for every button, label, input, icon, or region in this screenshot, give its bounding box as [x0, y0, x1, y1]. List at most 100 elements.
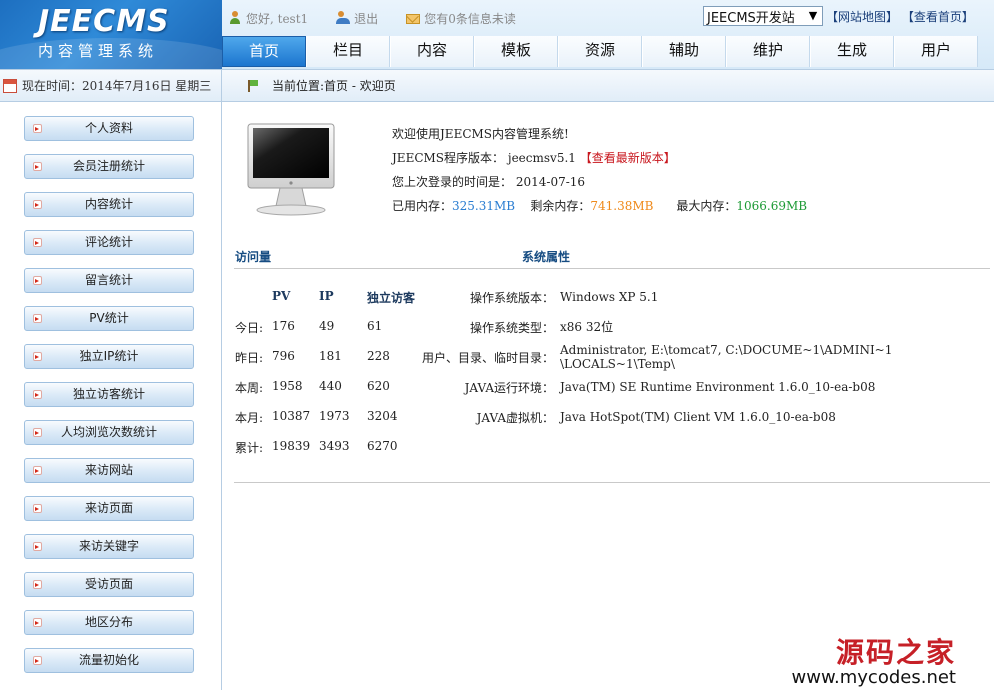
pv-value: 796	[272, 349, 295, 363]
sidebar-item-member-stats[interactable]: 会员注册统计	[24, 154, 194, 179]
site-select-value: JEECMS开发站	[707, 10, 795, 26]
sidebar-item-label: 受访页面	[84, 577, 133, 591]
uv-value: 61	[367, 319, 383, 333]
location-value: 首页 - 欢迎页	[324, 79, 396, 93]
logo: JEECMS 内容管理系统	[0, 0, 222, 69]
logout-link[interactable]: 退出	[336, 10, 378, 27]
arrow-bullet-icon	[33, 314, 42, 323]
arrow-bullet-icon	[33, 124, 42, 133]
os-version-label: 操作系统版本：	[469, 291, 554, 305]
sidebar-item-label: 来访关键字	[78, 539, 139, 553]
site-select[interactable]: JEECMS开发站 ▼	[703, 6, 823, 26]
tab-template[interactable]: 模板	[474, 36, 558, 67]
sidebar-item-referrer-pages[interactable]: 来访页面	[24, 496, 194, 521]
sidebar-item-content-stats[interactable]: 内容统计	[24, 192, 194, 217]
tab-home[interactable]: 首页	[222, 36, 306, 67]
sidebar-item-ip-stats[interactable]: 独立IP统计	[24, 344, 194, 369]
sidebar-item-label: 地区分布	[84, 615, 133, 629]
ip-value: 440	[319, 379, 342, 393]
sitemap-link[interactable]: 【网站地图】	[826, 10, 898, 24]
tab-content[interactable]: 内容	[390, 36, 474, 67]
row-label: 今日:	[235, 321, 264, 335]
dirs-value-cont: \LOCALS~1\Temp\	[560, 357, 675, 371]
sidebar-item-guestbook-stats[interactable]: 留言统计	[24, 268, 194, 293]
sidebar-item-referrer-sites[interactable]: 来访网站	[24, 458, 194, 483]
messages-text[interactable]: 您有0条信息未读	[424, 10, 516, 27]
arrow-bullet-icon	[33, 200, 42, 209]
max-mem-label: 最大内存：	[676, 199, 737, 213]
chevron-down-icon[interactable]: ▼	[806, 9, 820, 23]
sidebar-item-keywords[interactable]: 来访关键字	[24, 534, 194, 559]
sidebar: 个人资料 会员注册统计 内容统计 评论统计 留言统计 PV统计 独立IP统计 独…	[0, 102, 222, 690]
uv-value: 3204	[367, 409, 398, 423]
uv-value: 620	[367, 379, 390, 393]
main-content: 欢迎使用JEECMS内容管理系统! JEECMS程序版本： jeecmsv5.1…	[222, 102, 994, 690]
dirs-label: 用户、目录、临时目录：	[421, 351, 554, 365]
sidebar-item-label: 内容统计	[84, 197, 133, 211]
sidebar-item-label: 个人资料	[84, 121, 133, 135]
sidebar-item-profile[interactable]: 个人资料	[24, 116, 194, 141]
logout-icon	[336, 11, 351, 25]
pv-value: 176	[272, 319, 295, 333]
greeting-text: 您好, test1	[246, 11, 309, 26]
watermark-url: www.mycodes.net	[791, 667, 956, 688]
sidebar-item-regions[interactable]: 地区分布	[24, 610, 194, 635]
sidebar-item-pv-stats[interactable]: PV统计	[24, 306, 194, 331]
welcome-text: 欢迎使用JEECMS内容管理系统!	[392, 127, 569, 141]
view-home-link[interactable]: 【查看首页】	[902, 10, 974, 24]
messages-link[interactable]: 您有0条信息未读	[406, 10, 516, 27]
tab-channel[interactable]: 栏目	[306, 36, 390, 67]
logout-text[interactable]: 退出	[354, 10, 378, 27]
time-value: 2014年7月16日 星期三	[82, 79, 212, 93]
logo-subtitle: 内容管理系统	[38, 42, 159, 60]
ip-value: 181	[319, 349, 342, 363]
tab-generate[interactable]: 生成	[810, 36, 894, 67]
arrow-bullet-icon	[33, 390, 42, 399]
tab-assist[interactable]: 辅助	[642, 36, 726, 67]
col-uv-header: 独立访客	[367, 291, 416, 305]
version-label: JEECMS程序版本：	[392, 151, 505, 165]
java-vm-label: JAVA虚拟机：	[476, 411, 554, 425]
java-runtime-label: JAVA运行环境：	[464, 381, 554, 395]
calendar-icon	[3, 78, 17, 93]
sidebar-item-visitor-stats[interactable]: 独立访客统计	[24, 382, 194, 407]
greeting: 您好, test1	[228, 10, 308, 27]
memory-row: 已用内存：325.31MB 剩余内存：741.38MB 最大内存：1066.69…	[392, 194, 807, 218]
dirs-value: Administrator, E:\tomcat7, C:\DOCUME~1\A…	[560, 343, 893, 357]
os-type-value: x86 32位	[560, 320, 614, 334]
arrow-bullet-icon	[33, 618, 42, 627]
sidebar-item-traffic-init[interactable]: 流量初始化	[24, 648, 194, 673]
system-info: 欢迎使用JEECMS内容管理系统! JEECMS程序版本： jeecmsv5.1…	[392, 122, 807, 218]
sidebar-item-label: 评论统计	[84, 235, 133, 249]
sidebar-item-comment-stats[interactable]: 评论统计	[24, 230, 194, 255]
watermark: 源码之家 www.mycodes.net	[792, 638, 956, 688]
row-label: 本月:	[235, 411, 264, 425]
sidebar-item-avg-views[interactable]: 人均浏览次数统计	[24, 420, 194, 445]
free-mem-value: 741.38MB	[590, 199, 654, 213]
row-label: 本周:	[235, 381, 264, 395]
divider	[234, 482, 990, 483]
check-latest-link[interactable]: 【查看最新版本】	[580, 151, 676, 165]
arrow-bullet-icon	[33, 466, 42, 475]
sidebar-item-label: 人均浏览次数统计	[60, 425, 157, 439]
arrow-bullet-icon	[33, 580, 42, 589]
arrow-bullet-icon	[33, 352, 42, 361]
row-label: 累计:	[235, 441, 264, 455]
section-header: 访问量 系统属性	[234, 245, 990, 269]
location-label: 当前位置:	[272, 79, 325, 93]
arrow-bullet-icon	[33, 162, 42, 171]
arrow-bullet-icon	[33, 542, 42, 551]
arrow-bullet-icon	[33, 504, 42, 513]
top-bar: 您好, test1 退出 您有0条信息未读	[228, 8, 544, 28]
max-mem-value: 1066.69MB	[736, 199, 808, 213]
system-heading: 系统属性	[522, 250, 571, 264]
tab-maintain[interactable]: 维护	[726, 36, 810, 67]
sidebar-item-label: 来访网站	[84, 463, 133, 477]
arrow-bullet-icon	[33, 238, 42, 247]
current-time: 现在时间： 2014年7月16日 星期三	[0, 70, 222, 101]
main-nav: 首页 栏目 内容 模板 资源 辅助 维护 生成 用户	[222, 36, 994, 67]
sidebar-item-visited-pages[interactable]: 受访页面	[24, 572, 194, 597]
tab-user[interactable]: 用户	[894, 36, 978, 67]
arrow-bullet-icon	[33, 428, 42, 437]
tab-resource[interactable]: 资源	[558, 36, 642, 67]
